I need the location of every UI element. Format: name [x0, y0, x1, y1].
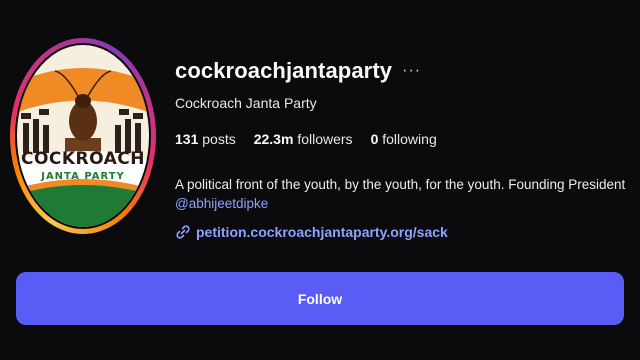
- more-options-icon[interactable]: ···: [402, 63, 421, 79]
- logo-text-line2: JANTA PARTY: [41, 171, 125, 182]
- followers-stat[interactable]: 22.3m followers: [254, 131, 353, 147]
- followers-count: 22.3m: [253, 131, 294, 147]
- party-logo-image: [17, 45, 149, 227]
- external-link[interactable]: petition.cockroachjantaparty.org/sack: [196, 224, 448, 240]
- bio-text: A political front of the youth, by the y…: [175, 177, 626, 192]
- link-icon: [176, 225, 190, 239]
- profile-stats: 131 posts 22.3m followers 0 following: [175, 131, 455, 147]
- username-row: cockroachjantaparty ···: [175, 58, 421, 84]
- posts-count: 131: [175, 131, 199, 147]
- following-label: following: [382, 131, 437, 147]
- following-stat[interactable]: 0 following: [371, 131, 437, 147]
- external-link-row[interactable]: petition.cockroachjantaparty.org/sack: [175, 224, 448, 240]
- posts-stat[interactable]: 131 posts: [175, 131, 236, 147]
- bio-mention-link[interactable]: @abhijeetdipke: [175, 196, 630, 211]
- bio: A political front of the youth, by the y…: [175, 177, 630, 211]
- avatar[interactable]: COCKROACH JANTA PARTY: [15, 43, 151, 229]
- following-count: 0: [370, 131, 379, 147]
- username: cockroachjantaparty: [175, 58, 393, 83]
- logo-text-line1: COCKROACH: [20, 149, 146, 169]
- display-name: Cockroach Janta Party: [175, 95, 317, 111]
- posts-label: posts: [202, 131, 236, 147]
- profile-header: COCKROACH JANTA PARTY cockroachjantapart…: [0, 0, 640, 360]
- follow-button[interactable]: Follow: [16, 272, 624, 325]
- followers-label: followers: [297, 131, 353, 147]
